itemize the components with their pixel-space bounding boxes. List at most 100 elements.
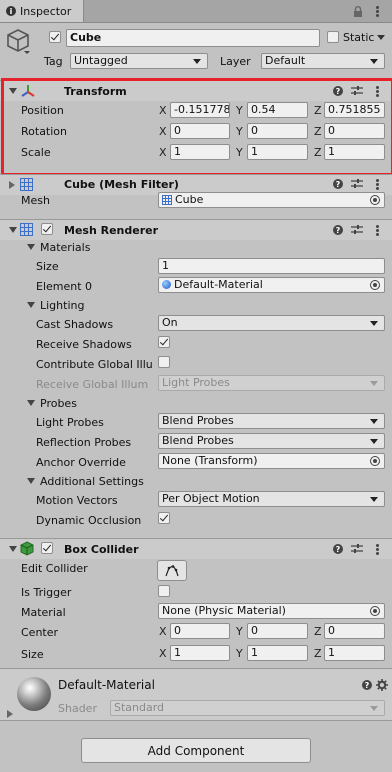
presets-icon[interactable] [351,225,363,235]
center-x-axis: X [159,625,167,638]
object-picker-icon[interactable] [370,280,380,290]
center-y-input[interactable]: 0 [247,623,308,639]
mesh-renderer-title: Mesh Renderer [64,224,159,237]
component-menu-icon[interactable] [376,179,379,190]
reflection-probes-dropdown[interactable]: Blend Probes [158,433,385,449]
size-x-input[interactable]: 1 [170,645,230,661]
contribute-gi-checkbox[interactable] [158,356,170,368]
mesh-object-field[interactable]: Cube [158,192,385,208]
box-collider-header[interactable]: Box Collider ? [0,538,392,559]
help-icon[interactable]: ? [333,544,343,554]
layer-dropdown[interactable]: Default [261,53,385,69]
foldout-arrow-icon[interactable] [9,546,17,552]
material-sphere-icon [162,280,171,289]
is-trigger-label: Is Trigger [21,586,72,599]
material-name: Default-Material [58,678,155,692]
size-x-axis: X [159,647,167,660]
center-z-axis: Z [314,625,322,638]
additional-settings-foldout-icon[interactable] [27,478,35,484]
element0-object-field[interactable]: Default-Material [158,277,385,293]
probes-label: Probes [40,397,77,410]
presets-icon[interactable] [351,179,363,189]
size-y-axis: Y [236,647,243,660]
gameobject-cube-icon[interactable] [6,28,32,56]
size-label: Size [36,260,59,273]
tab-menu-icon[interactable] [376,6,379,17]
static-checkbox[interactable] [327,31,339,43]
object-picker-icon[interactable] [370,456,380,466]
collider-size-label: Size [21,648,44,661]
tab-inspector[interactable]: i Inspector [0,0,84,22]
materials-size-input[interactable]: 1 [158,258,385,274]
mesh-grid-icon [20,178,33,191]
shader-label: Shader [58,702,97,715]
tag-label: Tag [44,55,63,68]
physic-material-value: None (Physic Material) [162,604,286,617]
center-x-input[interactable]: 0 [170,623,230,639]
probes-foldout-icon[interactable] [27,400,35,406]
foldout-arrow-icon[interactable] [9,181,15,189]
object-picker-icon[interactable] [370,606,380,616]
box-collider-icon [20,541,34,556]
material-section: Default-Material ? Shader Standard [0,668,392,721]
mesh-value: Cube [175,193,204,206]
edit-collider-icon [165,564,179,576]
receive-gi-dropdown: Light Probes [158,375,385,391]
static-dropdown-arrow-icon[interactable] [377,35,385,40]
box-collider-title: Box Collider [64,543,139,556]
anchor-override-object-field[interactable]: None (Transform) [158,453,385,469]
active-checkbox[interactable] [49,31,61,43]
component-menu-icon[interactable] [376,544,379,555]
contribute-gi-label: Contribute Global Illu [36,358,153,371]
materials-foldout-icon[interactable] [27,244,35,250]
box-collider-enabled-checkbox[interactable] [41,542,53,554]
materials-label: Materials [40,241,91,254]
center-label: Center [21,626,59,639]
motion-vectors-dropdown[interactable]: Per Object Motion [158,491,385,507]
info-icon: i [6,6,16,16]
size-z-input[interactable]: 1 [324,645,385,661]
foldout-arrow-icon[interactable] [9,227,17,233]
presets-icon[interactable] [351,544,363,554]
anchor-override-label: Anchor Override [36,456,126,469]
edit-collider-label: Edit Collider [21,562,88,575]
mesh-renderer-header[interactable]: Mesh Renderer ? [0,219,392,240]
edit-collider-button[interactable] [157,560,187,581]
element0-label: Element 0 [36,280,93,293]
center-z-input[interactable]: 0 [324,623,385,639]
help-icon[interactable]: ? [362,680,372,690]
material-preview-sphere [17,677,51,711]
center-y-axis: Y [236,625,243,638]
tag-dropdown[interactable]: Untagged [70,53,208,69]
gear-icon[interactable] [376,679,388,691]
light-probes-dropdown[interactable]: Blend Probes [158,413,385,429]
component-menu-icon[interactable] [376,225,379,236]
receive-shadows-checkbox[interactable] [158,336,170,348]
mesh-renderer-icon [20,223,33,236]
mesh-renderer-enabled-checkbox[interactable] [41,223,53,235]
material-foldout-icon[interactable] [7,710,13,718]
help-icon[interactable]: ? [333,179,343,189]
add-component-button[interactable]: Add Component [81,738,311,763]
dynamic-occlusion-checkbox[interactable] [158,512,170,524]
static-label: Static [343,31,375,44]
size-y-input[interactable]: 1 [247,645,308,661]
anchor-override-value: None (Transform) [162,454,258,467]
cast-shadows-dropdown[interactable]: On [158,315,385,331]
help-icon[interactable]: ? [333,225,343,235]
tab-inspector-label: Inspector [20,4,72,18]
cast-shadows-label: Cast Shadows [36,318,114,331]
receive-shadows-label: Receive Shadows [36,338,132,351]
add-component-label: Add Component [147,743,245,758]
object-picker-icon[interactable] [370,195,380,205]
mesh-filter-title: Cube (Mesh Filter) [64,178,179,191]
object-name-input[interactable]: Cube [66,29,320,47]
motion-vectors-label: Motion Vectors [36,494,118,507]
physic-material-object-field[interactable]: None (Physic Material) [158,603,385,619]
size-z-axis: Z [314,647,322,660]
dynamic-occlusion-label: Dynamic Occlusion [36,514,142,527]
lighting-foldout-icon[interactable] [27,302,35,308]
layer-label: Layer [220,55,251,68]
lock-icon[interactable] [353,6,363,17]
is-trigger-checkbox[interactable] [158,585,170,597]
